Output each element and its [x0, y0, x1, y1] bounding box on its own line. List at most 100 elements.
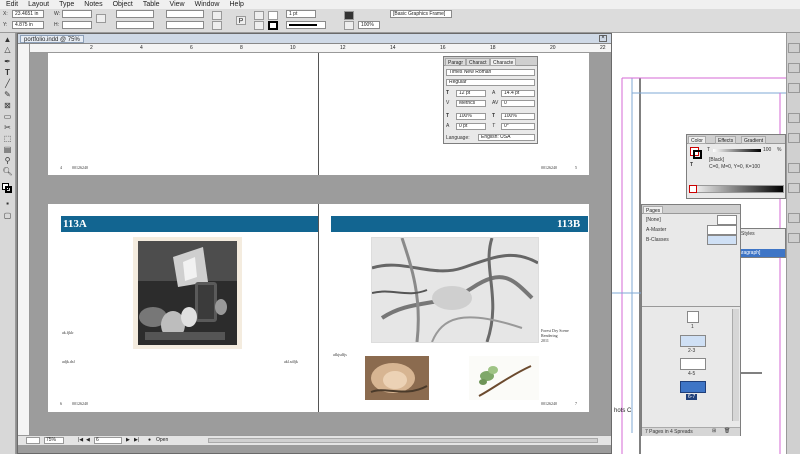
dock-text-wrap-icon[interactable] — [788, 213, 800, 223]
stroke-swatch-icon[interactable] — [268, 21, 278, 30]
font-size-field[interactable]: 12 pt — [456, 90, 486, 97]
artwork-frame-still-life[interactable] — [133, 237, 242, 349]
master-none[interactable]: [None] — [646, 217, 661, 223]
menu-table[interactable]: Table — [143, 0, 160, 9]
leading-field[interactable]: 14.4 pt — [501, 90, 535, 97]
menu-window[interactable]: Window — [195, 0, 220, 9]
shear-field[interactable] — [166, 21, 204, 29]
none-swatch-icon[interactable] — [689, 185, 697, 193]
menu-type[interactable]: Type — [59, 0, 74, 9]
zoom-select[interactable]: 75% — [44, 437, 64, 444]
scale-y-field[interactable] — [116, 21, 154, 29]
rotation-field[interactable] — [166, 10, 204, 18]
fill-stroke-swatch-icon[interactable] — [2, 183, 13, 193]
previous-page-icon[interactable]: ◀ — [86, 437, 90, 443]
tab-pages[interactable]: Pages — [643, 206, 664, 214]
width-field[interactable] — [62, 10, 92, 18]
reference-point-icon[interactable]: P — [236, 16, 246, 25]
last-page-icon[interactable]: ▶| — [134, 437, 139, 443]
page-4[interactable]: 4 00126240 — [48, 53, 318, 175]
horizontal-scrollbar[interactable] — [208, 438, 598, 443]
tab-color[interactable]: Color — [688, 136, 706, 144]
status-open-label[interactable]: Open — [156, 437, 168, 443]
artwork-frame-portrait[interactable] — [365, 356, 429, 400]
master-b-thumb[interactable] — [707, 235, 737, 245]
page-thumb-6-7[interactable] — [680, 381, 706, 393]
tab-effects[interactable]: Effects — [715, 136, 737, 144]
page-thumb-2-3[interactable] — [680, 335, 706, 347]
tab-gradient[interactable]: Gradient — [741, 136, 767, 144]
rectangle-frame-tool-icon[interactable]: ⊠ — [2, 101, 13, 111]
tint-slider[interactable] — [713, 149, 761, 152]
menu-help[interactable]: Help — [230, 0, 244, 9]
master-a[interactable]: A-Master — [646, 227, 666, 233]
zoom-tool-icon[interactable]: 🔍︎ — [2, 167, 13, 177]
x-position-field[interactable]: 23.4651 in — [12, 10, 44, 18]
scissors-tool-icon[interactable]: ✂ — [2, 123, 13, 133]
dock-color-icon[interactable] — [788, 163, 800, 173]
scale-x-field[interactable] — [116, 10, 154, 18]
flip-vertical-icon[interactable] — [254, 21, 264, 30]
menu-edit[interactable]: Edit — [6, 0, 18, 9]
pen-tool-icon[interactable]: ✒ — [2, 57, 13, 67]
constrain-proportions-icon[interactable] — [96, 14, 106, 23]
fill-frame-icon[interactable] — [344, 21, 354, 30]
delete-page-icon[interactable]: 🗑︎ — [724, 428, 730, 434]
skew-field[interactable]: 0° — [501, 123, 535, 130]
object-style-select[interactable]: [Basic Graphics Frame] — [390, 10, 452, 18]
line-tool-icon[interactable]: ╱ — [2, 79, 13, 89]
new-page-icon[interactable]: ⊞ — [712, 428, 716, 434]
rectangle-tool-icon[interactable]: ▭ — [2, 112, 13, 122]
horizontal-scale-field[interactable]: 100% — [501, 113, 535, 120]
font-style-select[interactable]: Regular — [446, 79, 535, 86]
menu-notes[interactable]: Notes — [84, 0, 102, 9]
preflight-icon[interactable] — [26, 437, 40, 444]
stroke-weight-field[interactable]: 1 pt — [286, 10, 316, 18]
artwork-frame-forest[interactable] — [371, 237, 539, 343]
menu-object[interactable]: Object — [113, 0, 133, 9]
next-page-icon[interactable]: ▶ — [126, 437, 130, 443]
close-icon[interactable]: × — [599, 35, 607, 42]
vertical-scale-field[interactable]: 100% — [456, 113, 486, 120]
tab-paragraph[interactable]: Paragr — [445, 58, 467, 66]
opacity-field[interactable]: 100% — [358, 21, 380, 29]
dock-links-icon[interactable] — [788, 83, 800, 93]
page-select[interactable]: 6 — [94, 437, 122, 444]
tracking-field[interactable]: 0 — [501, 100, 535, 107]
stroke-swatch-icon[interactable] — [693, 150, 702, 159]
paragraph-style-item[interactable]: aragraph] — [737, 249, 785, 257]
baseline-shift-field[interactable]: 0 pt — [456, 123, 486, 130]
first-page-icon[interactable]: |◀ — [78, 437, 83, 443]
master-b[interactable]: B-Classes — [646, 237, 669, 243]
tab-character-styles[interactable]: Charact — [466, 58, 490, 66]
styles-tab[interactable]: Styles — [741, 231, 755, 237]
menu-view[interactable]: View — [170, 0, 185, 9]
kerning-field[interactable]: Metrics — [456, 100, 486, 107]
master-a-thumb[interactable] — [707, 225, 737, 235]
type-tool-icon[interactable]: T — [2, 68, 13, 78]
color-ramp[interactable] — [689, 185, 784, 193]
dock-swatches-icon[interactable] — [788, 133, 800, 143]
font-family-select[interactable]: Times New Roman — [446, 69, 535, 76]
page-thumb-4-5[interactable] — [680, 358, 706, 370]
artwork-frame-branch[interactable] — [469, 356, 539, 400]
master-none-thumb[interactable] — [717, 215, 737, 225]
eyedropper-tool-icon[interactable]: ⚲ — [2, 156, 13, 166]
page-thumb-1[interactable] — [687, 311, 699, 323]
language-select[interactable]: English: USA — [478, 134, 535, 141]
apply-color-icon[interactable]: ▪ — [2, 199, 13, 209]
flip-horizontal-icon[interactable] — [254, 11, 264, 20]
page-6[interactable]: 113A ak.fjklr adjk.dsf akl.sdfjk 6 00126… — [48, 204, 318, 412]
tint-value[interactable]: 100 — [763, 147, 771, 153]
menu-layout[interactable]: Layout — [28, 0, 49, 9]
gradient-tool-icon[interactable]: ▤ — [2, 145, 13, 155]
selection-tool-icon[interactable]: ▲ — [2, 35, 13, 45]
page-7[interactable]: 113B Forest Dry Scene Rendering 2011 afk… — [319, 204, 589, 412]
fitting-icon[interactable] — [344, 11, 354, 20]
direct-selection-tool-icon[interactable]: △ — [2, 45, 13, 55]
stroke-type-select[interactable] — [286, 21, 326, 29]
rotate-ccw-icon[interactable] — [212, 21, 222, 30]
rotate-cw-icon[interactable] — [212, 11, 222, 20]
dock-pages-icon[interactable] — [788, 43, 800, 53]
document-tab[interactable]: portfolio.indd @ 75% — [20, 35, 84, 43]
